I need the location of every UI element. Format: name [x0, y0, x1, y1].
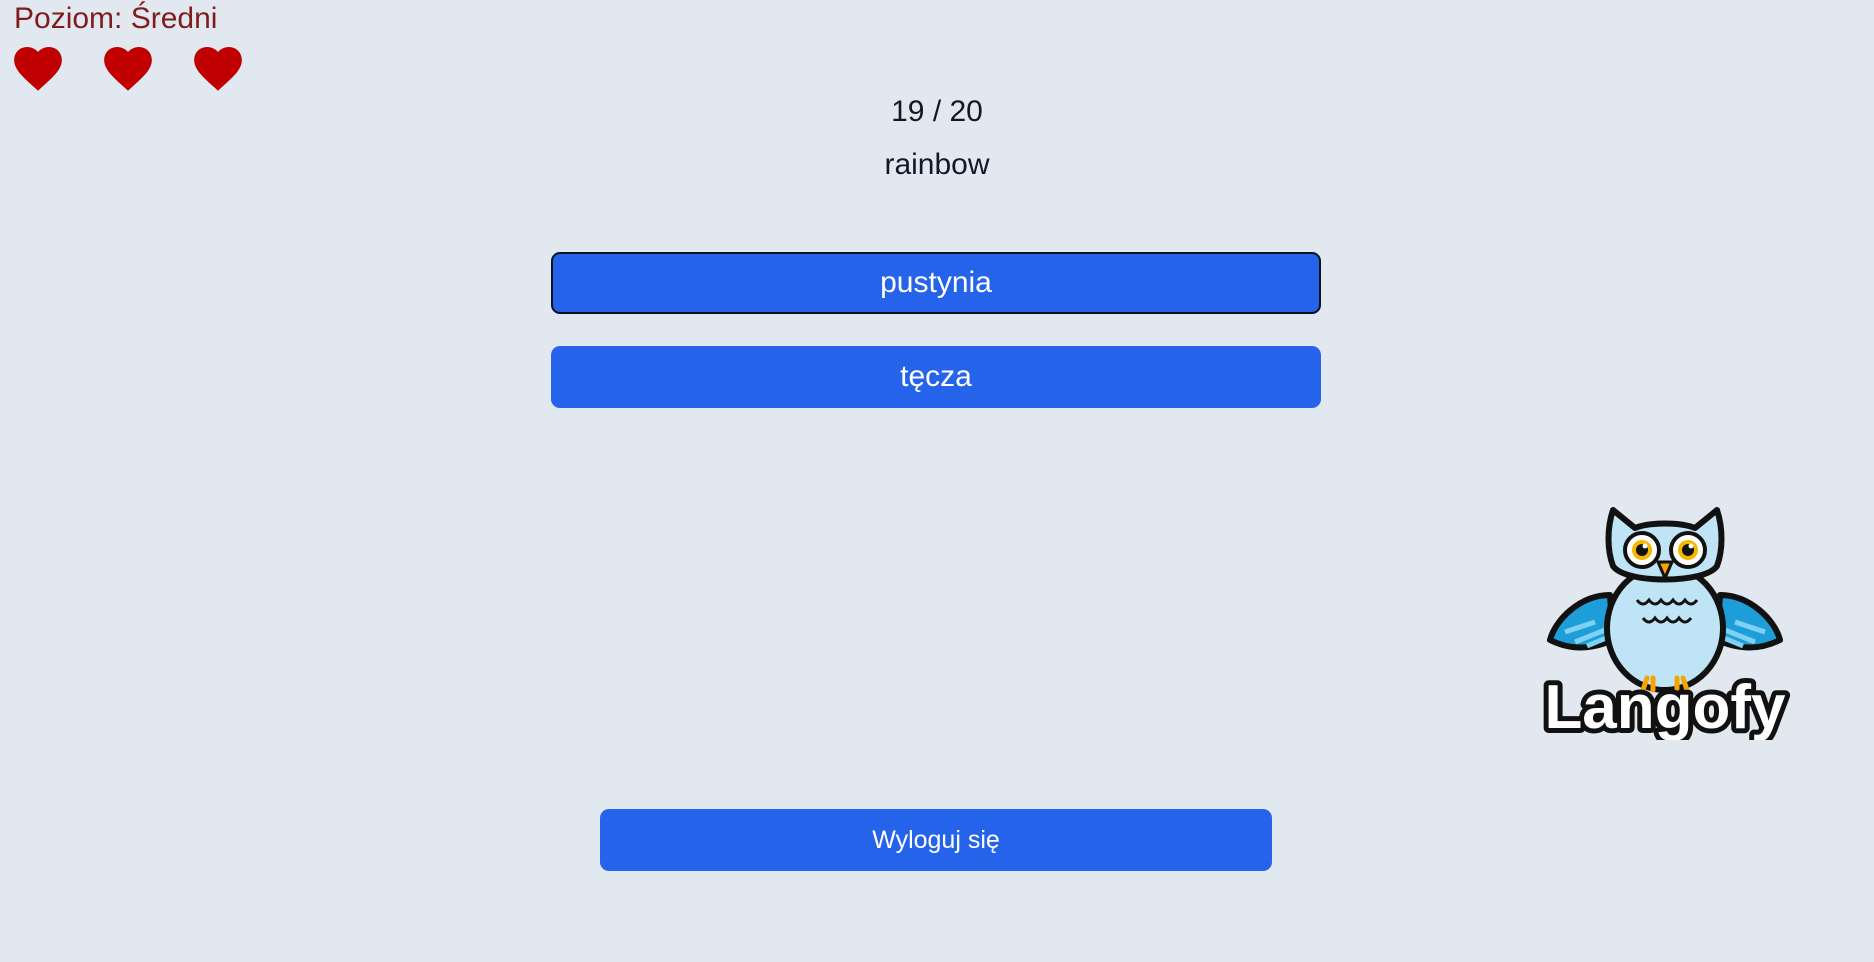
question-word: rainbow	[884, 148, 990, 181]
logo-text: Langofy	[1544, 673, 1786, 740]
logout-button[interactable]: Wyloguj się	[600, 809, 1272, 871]
answer-button[interactable]: tęcza	[551, 346, 1321, 408]
heart-icon	[12, 44, 64, 92]
heart-icon	[102, 44, 154, 92]
level-label: Poziom: Średni	[14, 2, 218, 35]
lives-indicator	[12, 44, 244, 92]
quiz-page: Poziom: Średni 19 / 20 rainbow pustynia …	[0, 0, 1874, 962]
owl-icon: Langofy	[1539, 507, 1791, 740]
answer-list: pustynia tęcza	[551, 252, 1321, 440]
heart-icon	[192, 44, 244, 92]
question-counter: 19 / 20	[891, 95, 983, 128]
answer-button[interactable]: pustynia	[551, 252, 1321, 314]
langofy-logo: Langofy	[1525, 500, 1805, 740]
